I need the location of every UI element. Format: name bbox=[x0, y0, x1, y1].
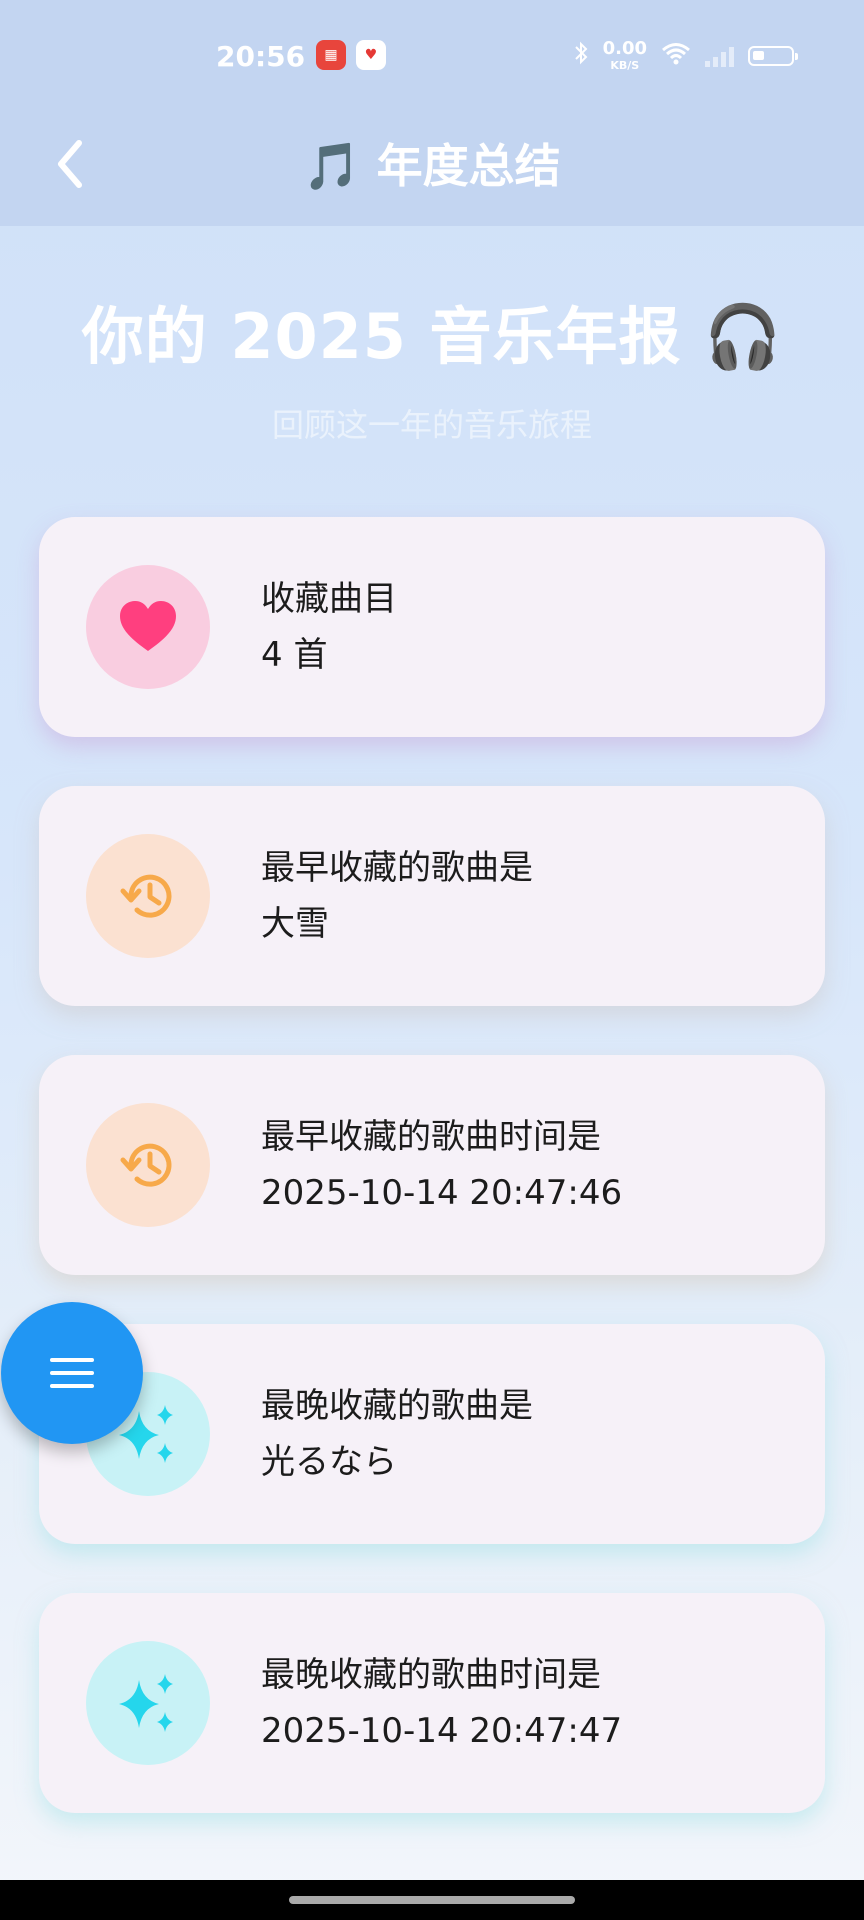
network-speed-unit: KB/S bbox=[610, 59, 640, 72]
stat-card-favorites: 收藏曲目 4 首 bbox=[39, 517, 825, 737]
card-icon-circle bbox=[86, 1103, 210, 1227]
stat-card-earliest-song: 最早收藏的歌曲是 大雪 bbox=[39, 786, 825, 1006]
cell-signal-icon bbox=[705, 45, 734, 67]
card-icon-circle bbox=[86, 565, 210, 689]
status-icons: 0.00 KB/S bbox=[573, 38, 798, 72]
hero-title: 你的 2025 音乐年报 🎧 bbox=[81, 300, 783, 373]
sparkle-icon bbox=[119, 1674, 173, 1732]
card-value: 2025-10-14 20:47:46 bbox=[261, 1173, 623, 1213]
card-value: 2025-10-14 20:47:47 bbox=[261, 1711, 623, 1751]
network-speed: 0.00 KB/S bbox=[602, 38, 647, 72]
heart-icon bbox=[120, 601, 176, 651]
news-app-icon: ▦ bbox=[316, 40, 346, 70]
wifi-icon bbox=[661, 41, 691, 71]
card-label: 收藏曲目 bbox=[261, 579, 397, 619]
app-bar: 🎵 年度总结 bbox=[0, 112, 864, 226]
status-bar: 20:56 ▦ ♥ 0.00 KB/S bbox=[0, 0, 864, 112]
card-label: 最晚收藏的歌曲时间是 bbox=[261, 1655, 601, 1695]
card-label: 最晚收藏的歌曲是 bbox=[261, 1386, 533, 1426]
battery-fill bbox=[753, 50, 764, 60]
history-icon bbox=[120, 1143, 172, 1187]
bluetooth-icon bbox=[573, 41, 589, 71]
stat-card-earliest-time: 最早收藏的歌曲时间是 2025-10-14 20:47:46 bbox=[39, 1055, 825, 1275]
network-speed-value: 0.00 bbox=[602, 38, 647, 59]
stat-card-latest-time: 最晚收藏的歌曲时间是 2025-10-14 20:47:47 bbox=[39, 1593, 825, 1813]
card-icon-circle bbox=[86, 834, 210, 958]
hero-subtitle: 回顾这一年的音乐旅程 bbox=[271, 406, 592, 444]
card-icon-circle bbox=[86, 1641, 210, 1765]
stat-card-latest-song: 最晚收藏的歌曲是 光るなら bbox=[39, 1324, 825, 1544]
card-label: 最早收藏的歌曲是 bbox=[261, 848, 533, 888]
menu-icon bbox=[50, 1358, 94, 1388]
card-value: 4 首 bbox=[261, 635, 328, 675]
heart-app-icon: ♥ bbox=[356, 40, 386, 70]
menu-fab-button[interactable] bbox=[1, 1302, 143, 1444]
history-icon bbox=[120, 874, 172, 918]
system-nav-bar bbox=[0, 1880, 864, 1920]
page-title: 🎵 年度总结 bbox=[303, 139, 561, 193]
battery-icon bbox=[748, 45, 798, 66]
card-label: 最早收藏的歌曲时间是 bbox=[261, 1117, 601, 1157]
status-time: 20:56 bbox=[216, 40, 306, 73]
home-gesture-handle[interactable] bbox=[289, 1896, 575, 1904]
card-value: 光るなら bbox=[261, 1442, 397, 1482]
card-value: 大雪 bbox=[261, 904, 329, 944]
